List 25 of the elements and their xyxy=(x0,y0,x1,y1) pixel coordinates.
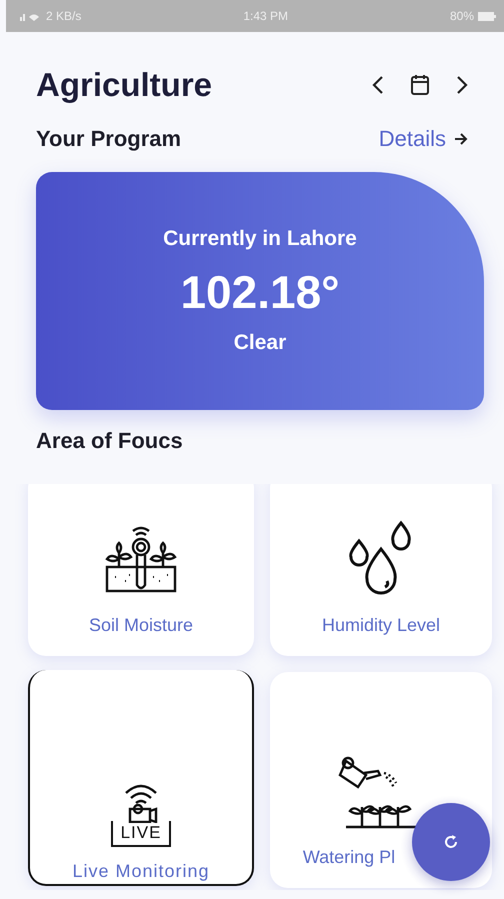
details-link[interactable]: Details xyxy=(378,126,468,152)
focus-card[interactable]: Soil Moisture xyxy=(28,484,254,656)
focus-card[interactable]: Humidity Level xyxy=(270,484,492,656)
network-speed: 2 KB/s xyxy=(46,9,82,23)
battery-level: 80% xyxy=(450,9,474,23)
section-title: Your Program xyxy=(36,126,182,152)
chevron-left-icon[interactable] xyxy=(372,75,384,95)
calendar-icon[interactable] xyxy=(410,74,430,96)
weather-condition: Clear xyxy=(234,331,286,355)
page-title: Agriculture xyxy=(36,66,212,104)
battery-icon xyxy=(478,12,496,20)
section-title: Area of Foucs xyxy=(35,428,184,454)
chevron-right-icon[interactable] xyxy=(456,75,468,95)
focus-card[interactable]: LIVE Live Monitoring xyxy=(28,670,254,886)
refresh-icon xyxy=(443,834,459,850)
location-label: Currently in Lahore xyxy=(163,227,357,251)
card-label: Humidity Level xyxy=(322,615,440,636)
card-label: Watering Pl xyxy=(302,847,396,868)
card-label: Live Monitoring xyxy=(72,861,210,882)
focus-card[interactable]: Watering Pl xyxy=(270,672,492,888)
temperature-value: 102.18° xyxy=(180,265,340,319)
clock: 1:43 PM xyxy=(243,9,288,23)
card-label: Soil Moisture xyxy=(88,615,194,636)
live-sign: LIVE xyxy=(110,821,172,847)
arrow-right-icon xyxy=(454,132,468,146)
